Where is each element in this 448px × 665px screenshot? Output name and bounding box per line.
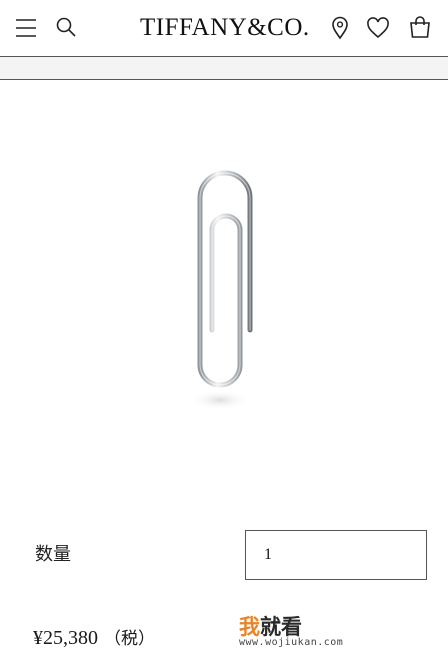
menu-icon[interactable] — [15, 18, 37, 38]
tax-note: （税） — [104, 629, 155, 649]
watermark-logo: 我就看 www.wojiukan.com — [239, 611, 359, 655]
location-icon[interactable] — [329, 16, 351, 40]
brand-logo[interactable]: TIFFANY&CO. — [140, 14, 310, 42]
watermark-rest-chars: 就看 — [260, 615, 302, 639]
price-value: ¥25,380 — [33, 627, 98, 649]
search-icon[interactable] — [55, 16, 77, 38]
bag-icon[interactable] — [409, 15, 431, 39]
quantity-label: 数量 — [35, 544, 71, 565]
product-image-paperclip[interactable] — [140, 150, 300, 460]
sub-navigation-bar — [0, 56, 448, 80]
watermark-url: www.wojiukan.com — [239, 637, 344, 648]
heart-icon[interactable] — [366, 17, 390, 39]
product-price: ¥25,380 （税） — [33, 624, 155, 650]
quantity-input[interactable] — [245, 530, 427, 580]
watermark-accent-char: 我 — [239, 615, 260, 639]
site-header: TIFFANY&CO. — [0, 0, 448, 56]
